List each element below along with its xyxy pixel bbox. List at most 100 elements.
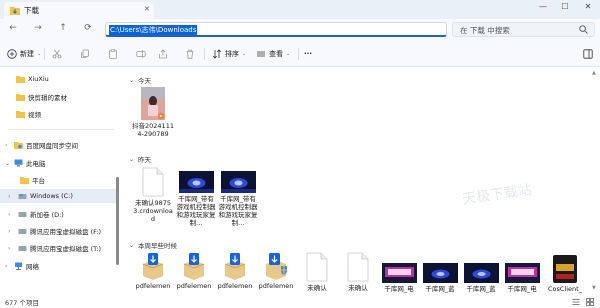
maximize-button[interactable]: ☐	[557, 2, 573, 16]
item-count: 677 个项目	[5, 299, 39, 307]
close-button[interactable]: ✕	[580, 2, 596, 16]
file-item[interactable]: 抖音20241114-290789	[132, 87, 174, 138]
windows-drive-icon	[18, 194, 27, 199]
details-view-icon[interactable]	[572, 298, 580, 306]
sidebar-item-label: 网络	[26, 263, 39, 271]
group-header-today[interactable]: ⌄ 今天	[129, 75, 151, 86]
sidebar-divider	[8, 129, 114, 130]
minimize-button[interactable]: —	[535, 2, 551, 16]
cut-icon[interactable]	[52, 49, 62, 59]
sidebar-item-drive-d[interactable]: › 新加卷 (D:)	[0, 207, 116, 221]
sidebar-item-network[interactable]: › 网络	[0, 259, 116, 273]
tab-close-icon[interactable]: ✕	[144, 5, 150, 13]
installer-icon	[183, 253, 205, 280]
drive-icon	[18, 229, 27, 234]
file-item[interactable]: CosClient_	[544, 255, 586, 293]
search-box[interactable]: 在 下载 中搜索	[452, 22, 595, 37]
file-item[interactable]: 千库网_带有游戏机控制器和游戏玩家复制...	[217, 171, 259, 227]
folder-icon	[20, 177, 29, 184]
file-item[interactable]: pdfelemen	[173, 252, 215, 290]
paste-icon[interactable]	[108, 49, 118, 59]
file-item[interactable]: pdfelemen	[255, 252, 297, 290]
sort-label: 排序	[225, 50, 239, 58]
forward-arrow-icon[interactable]: →	[31, 23, 45, 37]
video-thumbnail-icon	[141, 87, 165, 120]
rename-icon[interactable]	[136, 49, 146, 59]
sidebar-scrollbar[interactable]	[116, 177, 119, 265]
tab-downloads[interactable]: 下载 ✕	[4, 2, 154, 19]
view-icon	[257, 51, 265, 57]
file-item[interactable]: 未确认98753.crdownload	[132, 167, 174, 223]
file-item[interactable]: 千库网_蓝	[419, 263, 461, 293]
chevron-down-icon: ⌄	[242, 51, 247, 57]
file-item[interactable]: pdfelemen	[214, 252, 256, 290]
chevron-right-icon[interactable]: ›	[8, 245, 14, 252]
large-icons-view-icon[interactable]	[586, 298, 594, 306]
sidebar-item-this-pc[interactable]: ⌄ 此电脑	[0, 156, 116, 170]
sort-button[interactable]: 排序 ⌄	[212, 47, 246, 61]
more-options-button[interactable]: ···	[304, 47, 312, 61]
title-bar: 下载 ✕ — ☐ ✕	[0, 0, 600, 19]
file-item[interactable]: 未确认	[337, 252, 379, 292]
image-thumbnail-icon	[220, 171, 256, 193]
scroll-up-icon[interactable]: ▲	[592, 70, 596, 76]
image-thumbnail-icon	[463, 263, 499, 283]
refresh-icon[interactable]: ⟳	[81, 23, 95, 37]
file-item[interactable]: 未确认	[296, 252, 338, 292]
file-name: pdfelemen	[258, 282, 294, 290]
navigation-bar: ← → ↑ ⟳ C:\Users\志伟\Downloads 在 下载 中搜索	[0, 19, 600, 40]
chevron-down-icon[interactable]: ⌄	[5, 160, 11, 167]
chevron-down-icon: ⌄	[129, 241, 135, 249]
sidebar-item-xiuxiu[interactable]: XiuXiu	[0, 72, 116, 86]
sidebar-item-kuaijianji[interactable]: 快剪辑的素材	[0, 90, 116, 104]
chevron-right-icon[interactable]: ›	[5, 263, 11, 270]
chevron-right-icon[interactable]: ›	[5, 142, 11, 149]
sidebar-item-platform[interactable]: 平台	[0, 173, 116, 187]
copy-icon[interactable]	[80, 49, 90, 59]
file-name: 千库网_带有游戏机控制器和游戏玩家复制...	[218, 195, 258, 227]
navigation-pane: XiuXiu 快剪辑的素材 视频 › 百度网盘同步空间 ⌄ 此电脑 平台 › W…	[0, 67, 122, 296]
scroll-down-icon[interactable]: ▼	[592, 285, 596, 291]
sidebar-item-videos[interactable]: 视频	[0, 107, 116, 121]
new-button[interactable]: 新建 ⌄	[7, 47, 41, 61]
sort-icon	[213, 49, 221, 59]
chevron-down-icon: ⌄	[129, 76, 135, 84]
sidebar-item-label: 腾讯应用宝虚拟磁盘 (F:)	[30, 228, 102, 236]
chevron-down-icon: ⌄	[286, 51, 291, 57]
chevron-right-icon[interactable]: ›	[8, 228, 14, 235]
sidebar-item-drive-c[interactable]: › Windows (C:)	[0, 189, 116, 203]
search-icon[interactable]	[579, 25, 588, 34]
address-bar[interactable]: C:\Users\志伟\Downloads	[105, 22, 447, 37]
group-header-yesterday[interactable]: ⌄ 昨天	[129, 154, 151, 165]
file-name: 未确认98753.crdownload	[133, 199, 173, 223]
blank-file-icon	[142, 167, 164, 197]
address-path[interactable]: C:\Users\志伟\Downloads	[109, 25, 198, 35]
file-item[interactable]: 千库网_电	[378, 263, 420, 293]
file-name: 千库网_蓝	[425, 285, 455, 293]
new-label: 新建	[20, 50, 34, 58]
chevron-right-icon[interactable]: ›	[8, 193, 14, 200]
toolbar-divider	[44, 48, 45, 60]
file-item[interactable]: 千库网_电	[501, 263, 543, 293]
file-item[interactable]: 千库网_带有游戏机控制器和游戏玩家复制...	[175, 171, 217, 227]
file-item[interactable]: 千库网_蓝	[460, 263, 502, 293]
share-icon[interactable]	[158, 49, 168, 59]
details-pane-icon[interactable]	[583, 49, 593, 59]
file-name: 千库网_带有游戏机控制器和游戏玩家复制...	[176, 195, 216, 227]
folder-icon	[16, 111, 25, 118]
group-header-earlier-this-week[interactable]: ⌄ 本周早些时候	[129, 240, 177, 251]
sidebar-item-baidu-sync[interactable]: › 百度网盘同步空间	[0, 138, 116, 152]
chevron-right-icon[interactable]: ›	[8, 211, 14, 218]
chevron-down-icon: ⌄	[37, 51, 42, 57]
file-item[interactable]: pdfelemen	[132, 252, 174, 290]
file-name: 千库网_电	[507, 285, 537, 293]
up-arrow-icon[interactable]: ↑	[56, 23, 70, 37]
sidebar-item-drive-f[interactable]: › 腾讯应用宝虚拟磁盘 (F:)	[0, 224, 116, 238]
drive-icon	[18, 212, 27, 217]
sidebar-item-drive-t[interactable]: › 腾讯应用宝虚拟磁盘 (T:)	[0, 241, 116, 255]
blank-file-icon	[347, 252, 369, 282]
delete-icon[interactable]	[185, 49, 195, 59]
drive-icon	[18, 246, 27, 251]
back-arrow-icon[interactable]: ←	[6, 23, 20, 37]
view-button[interactable]: 查看 ⌄	[256, 47, 290, 61]
